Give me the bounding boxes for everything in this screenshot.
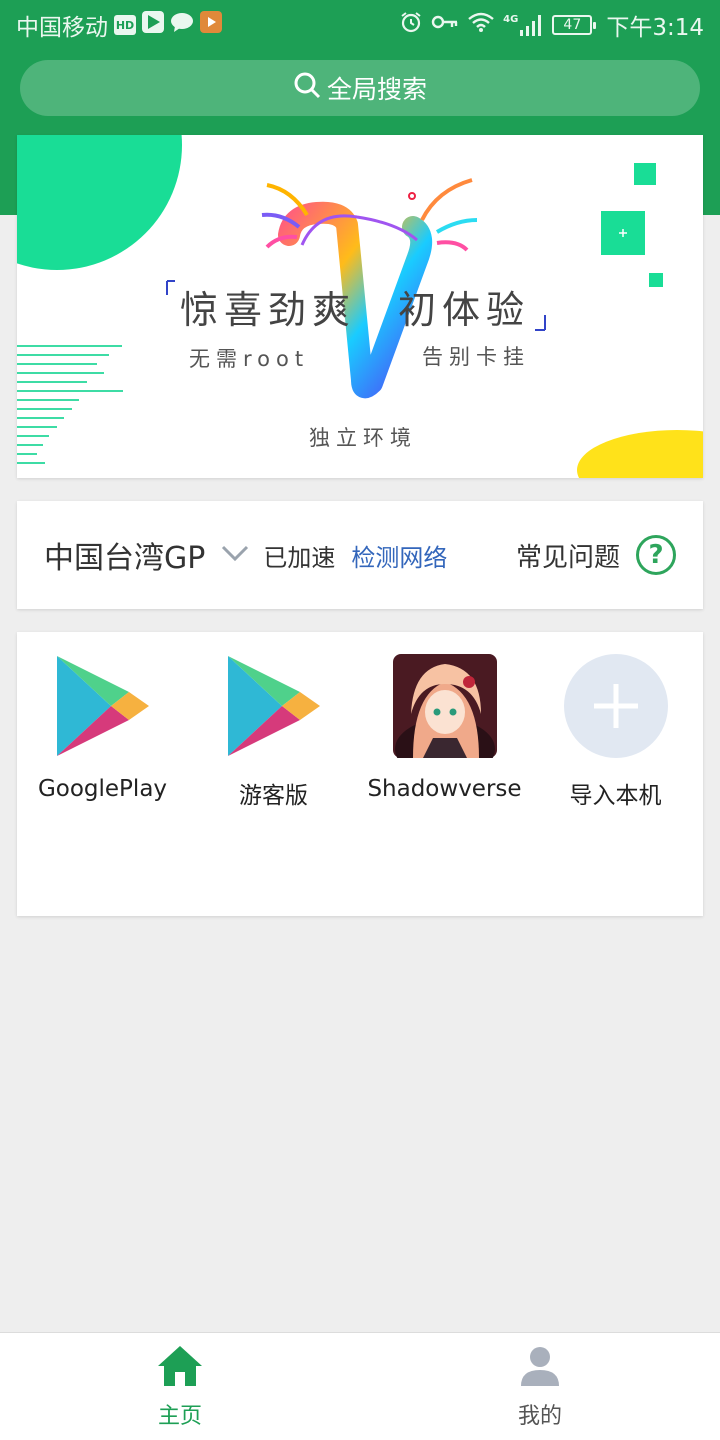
carrier-label: 中国移动 (16, 15, 108, 41)
app-label: GooglePlay (37, 776, 168, 802)
app-label: 游客版 (239, 783, 308, 809)
region-selector[interactable]: 中国台湾GP (44, 533, 205, 577)
search-label: 全局搜索 (326, 75, 427, 104)
faq-label: 常见问题 (515, 542, 620, 573)
chevron-down-icon[interactable] (221, 544, 249, 566)
video-notification-icon (200, 11, 222, 39)
alarm-icon (399, 10, 423, 40)
clock-label: 下午3:14 (606, 15, 704, 41)
banner-headline-right: 初体验 (398, 288, 531, 332)
signal-icon: 4G (503, 14, 544, 36)
app-guest-edition[interactable]: 游客版 (188, 654, 359, 810)
banner-sub-bottom: 独立环境 (309, 426, 417, 450)
key-icon (431, 12, 459, 38)
help-icon: ? (636, 535, 676, 575)
tab-home[interactable]: 主页 (0, 1333, 360, 1440)
acceleration-status: 已加速 (263, 543, 336, 572)
shadowverse-icon (392, 654, 497, 758)
status-bar: 中国移动 HD 4G 47 下午3:14 (0, 0, 720, 50)
user-icon (518, 1344, 562, 1392)
battery-indicator: 47 (552, 15, 597, 35)
promo-banner[interactable]: 惊喜劲爽 初体验 无需root 告别卡挂 独立环境 (17, 135, 703, 478)
banner-sub-left: 无需root (189, 347, 310, 371)
search-icon (293, 71, 321, 105)
app-label: Shadowverse (367, 776, 522, 802)
apps-card: GooglePlay 游客版 Shadowverse 导入本机 (17, 632, 703, 916)
tab-home-label: 主页 (157, 1403, 202, 1429)
app-googleplay[interactable]: GooglePlay (17, 654, 188, 802)
faq-button[interactable]: 常见问题 ? (516, 535, 676, 575)
google-play-icon (51, 654, 155, 758)
hd-badge: HD (114, 15, 136, 35)
app-shadowverse[interactable]: Shadowverse (359, 654, 530, 802)
check-network-link[interactable]: 检测网络 (351, 538, 447, 573)
network-type-label: 4G (503, 14, 519, 25)
wifi-icon (467, 11, 495, 39)
tab-mine-label: 我的 (517, 1403, 562, 1429)
message-notification-icon (170, 11, 194, 39)
bottom-nav: 主页 我的 (0, 1332, 720, 1440)
banner-headline-left: 惊喜劲爽 (180, 288, 357, 332)
app-label: 导入本机 (569, 783, 662, 809)
google-play-icon (222, 654, 326, 758)
banner-sub-right: 告别卡挂 (422, 345, 530, 369)
global-search-bar[interactable]: 全局搜索 (20, 60, 700, 116)
network-card: 中国台湾GP 已加速 检测网络 常见问题 ? (17, 501, 703, 609)
home-icon (156, 1344, 204, 1392)
import-local-app-button[interactable]: 导入本机 (530, 654, 701, 810)
tab-mine[interactable]: 我的 (360, 1333, 720, 1440)
play-store-notification-icon (142, 11, 164, 39)
plus-icon (563, 654, 668, 758)
